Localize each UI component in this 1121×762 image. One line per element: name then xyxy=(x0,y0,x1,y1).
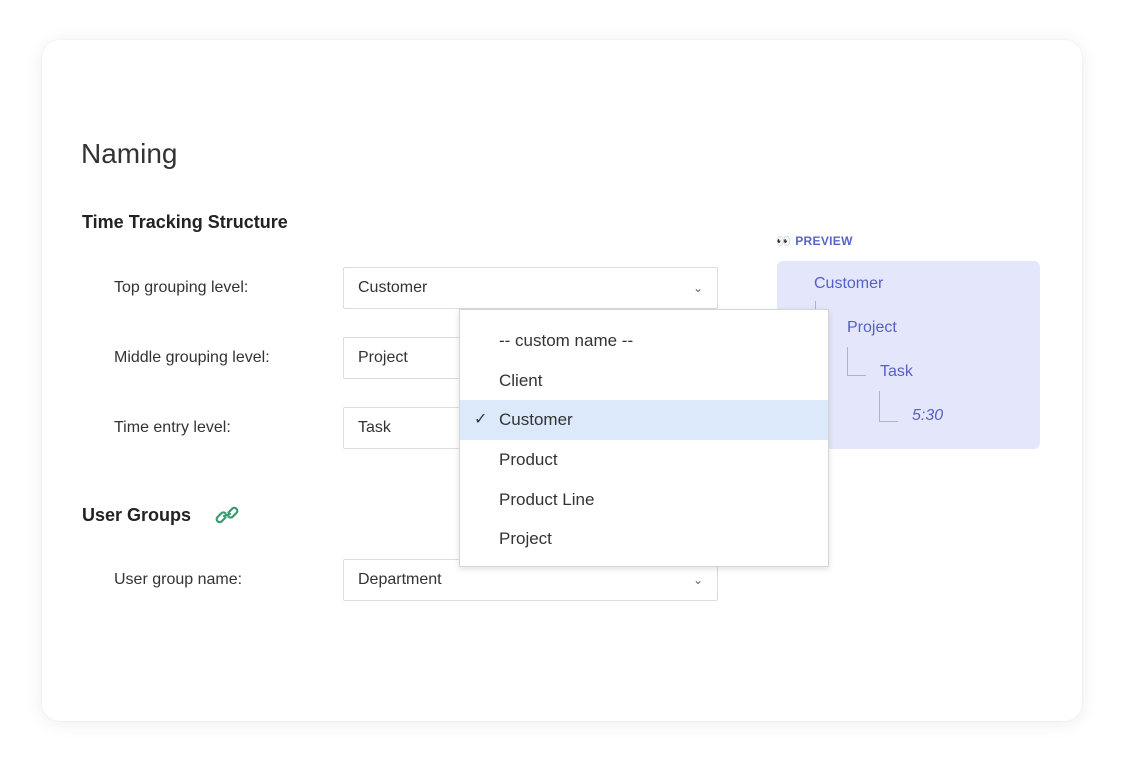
dropdown-option[interactable]: Project xyxy=(460,519,828,559)
page-title: Naming xyxy=(81,138,178,169)
dropdown-option[interactable]: Product xyxy=(460,440,828,480)
top-grouping-label: Top grouping level: xyxy=(114,279,249,296)
dropdown-option[interactable]: -- custom name -- xyxy=(460,321,828,361)
dropdown-option[interactable]: ✓ Customer xyxy=(460,400,828,441)
dropdown-option-label: Project xyxy=(499,529,552,549)
dropdown-option-label: Customer xyxy=(499,410,573,430)
user-groups-heading: User Groups xyxy=(82,505,192,525)
dropdown-option[interactable]: Client xyxy=(460,361,828,401)
user-group-name-label: User group name: xyxy=(114,571,243,588)
dropdown-option[interactable]: Product Line xyxy=(460,480,828,520)
preview-top-node: Customer xyxy=(814,275,884,292)
top-grouping-dropdown-menu: -- custom name -- Client ✓ Customer Product P… xyxy=(459,309,829,567)
eyes-icon: 👀 xyxy=(776,234,792,248)
chevron-down-icon: ⌄ xyxy=(692,281,703,295)
time-entry-label: Time entry level: xyxy=(114,419,231,436)
middle-grouping-value: Project xyxy=(358,349,408,366)
tree-connector xyxy=(847,347,866,376)
tree-connector xyxy=(879,391,898,422)
middle-grouping-label: Middle grouping level: xyxy=(114,349,270,366)
dropdown-option-label: -- custom name -- xyxy=(499,331,634,350)
top-grouping-select[interactable]: Customer ⌄ xyxy=(343,267,718,309)
link-icon[interactable] xyxy=(215,505,239,525)
time-tracking-heading: Time Tracking Structure xyxy=(82,212,288,232)
preview-middle-node: Project xyxy=(847,319,897,336)
preview-time-node: 5:30 xyxy=(912,407,944,424)
user-group-name-value: Department xyxy=(358,571,442,588)
top-grouping-value: Customer xyxy=(358,279,428,296)
check-icon: ✓ xyxy=(474,411,488,429)
preview-label: 👀 PREVIEW xyxy=(776,234,853,248)
dropdown-option-label: Product xyxy=(499,450,558,470)
time-entry-value: Task xyxy=(358,419,391,436)
dropdown-option-label: Client xyxy=(499,370,543,390)
dropdown-option-label: Product Line xyxy=(499,489,595,509)
preview-label-text: PREVIEW xyxy=(795,234,853,248)
preview-entry-node: Task xyxy=(880,363,913,380)
